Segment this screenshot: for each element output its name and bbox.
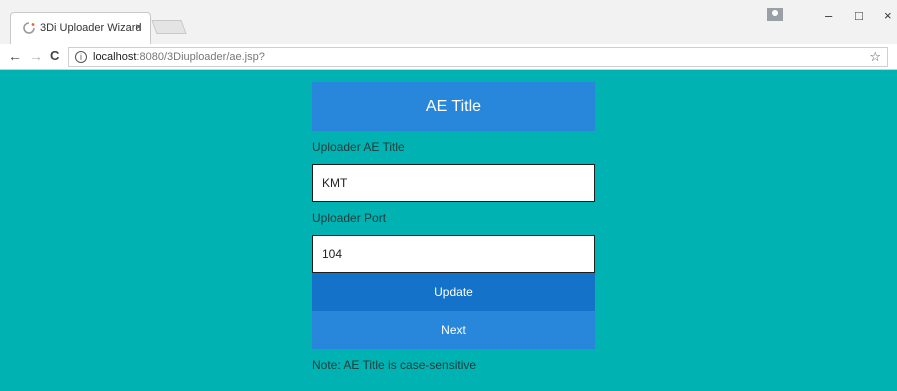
- tab-title: 3Di Uploader Wizard: [40, 22, 142, 34]
- ae-title-form: AE Title Uploader AE Title Uploader Port…: [312, 82, 595, 381]
- update-button[interactable]: Update: [312, 273, 595, 311]
- url-host: localhost: [93, 51, 137, 63]
- bookmark-star-icon[interactable]: ☆: [869, 49, 881, 65]
- page-content: AE Title Uploader AE Title Uploader Port…: [0, 70, 897, 391]
- reload-icon[interactable]: C: [50, 48, 59, 63]
- port-input[interactable]: [312, 235, 595, 273]
- back-arrow-icon[interactable]: ←: [8, 48, 22, 64]
- form-header: AE Title: [312, 82, 595, 131]
- browser-titlebar: 3Di Uploader Wizard × – □ ×: [0, 0, 897, 44]
- loading-favicon-icon: [23, 22, 35, 34]
- browser-tab[interactable]: 3Di Uploader Wizard ×: [10, 12, 151, 44]
- case-sensitive-note: Note: AE Title is case-sensitive: [312, 358, 477, 372]
- tab-close-icon[interactable]: ×: [135, 20, 142, 34]
- maximize-icon[interactable]: □: [855, 8, 863, 23]
- ae-title-label: Uploader AE Title: [312, 140, 405, 154]
- port-label: Uploader Port: [312, 211, 387, 225]
- browser-toolbar: ← → C i localhost:8080/3Diuploader/ae.js…: [0, 44, 897, 70]
- new-tab-button[interactable]: [151, 20, 187, 34]
- ae-title-input[interactable]: [312, 164, 595, 202]
- next-button[interactable]: Next: [312, 311, 595, 349]
- window-close-icon[interactable]: ×: [884, 8, 892, 23]
- url-text: localhost:8080/3Diuploader/ae.jsp?: [93, 51, 265, 63]
- minimize-icon[interactable]: –: [825, 8, 832, 23]
- info-icon[interactable]: i: [75, 51, 87, 63]
- address-bar[interactable]: i localhost:8080/3Diuploader/ae.jsp? ☆: [68, 47, 888, 67]
- forward-arrow-icon[interactable]: →: [29, 48, 43, 64]
- url-path: :8080/3Diuploader/ae.jsp?: [136, 51, 265, 63]
- profile-icon[interactable]: [767, 8, 783, 21]
